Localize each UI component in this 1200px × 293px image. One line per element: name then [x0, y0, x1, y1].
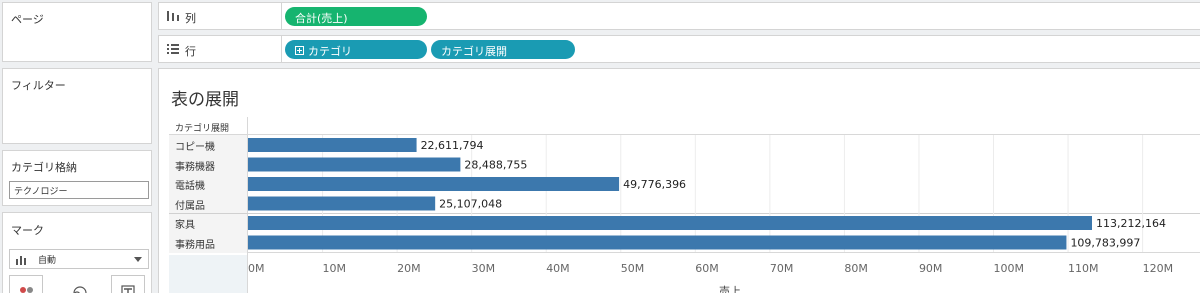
x-tick-label: 50M: [621, 262, 645, 275]
expand-plus-icon[interactable]: [295, 46, 304, 55]
columns-label: 列: [185, 12, 196, 25]
label-button[interactable]: [111, 275, 145, 293]
x-tick-label: 60M: [695, 262, 719, 275]
x-tick-label: 30M: [472, 262, 496, 275]
mark-type-value: 自動: [38, 256, 57, 266]
columns-shelf[interactable]: 列 合計(売上): [158, 2, 1200, 30]
size-icon: [73, 286, 87, 293]
category-pill-label: カテゴリ: [308, 45, 352, 58]
category-store-card: カテゴリ格納 テクノロジー: [2, 150, 152, 206]
filters-title: フィルター: [11, 79, 66, 92]
bar-value-label: 113,212,164: [1096, 217, 1166, 230]
pages-title: ページ: [11, 13, 44, 26]
pages-card[interactable]: ページ: [2, 2, 152, 62]
bar-chart-icon: [16, 256, 26, 265]
rows-shelf[interactable]: 行 カテゴリ カテゴリ展開: [158, 35, 1200, 63]
marks-card: マーク 自動: [2, 212, 152, 293]
tableau-workspace: ページ フィルター カテゴリ格納 テクノロジー マーク 自動 列 合計(売上) …: [0, 0, 1200, 293]
bar[interactable]: [248, 157, 461, 172]
bar-value-label: 22,611,794: [421, 139, 484, 152]
category-store-input[interactable]: テクノロジー: [9, 181, 149, 199]
x-tick-label: 20M: [397, 262, 421, 275]
columns-icon: [167, 11, 179, 21]
sum-sales-pill[interactable]: 合計(売上): [285, 7, 427, 26]
view-canvas: 表の展開 カテゴリ展開 コピー機 事務機器 電話機 付属品 家具 事務用品 0M 10M 20…: [158, 68, 1200, 293]
text-label-icon: [121, 285, 135, 293]
chevron-down-icon: [134, 257, 142, 262]
x-tick-label: 80M: [844, 262, 868, 275]
marks-title: マーク: [11, 224, 44, 237]
shelf-divider: [281, 3, 282, 29]
shelf-divider: [281, 36, 282, 62]
rows-icon: [167, 44, 179, 54]
bar-value-label: 49,776,396: [623, 178, 686, 191]
bar[interactable]: [248, 235, 1067, 250]
size-button[interactable]: [63, 275, 97, 293]
bar-value-label: 28,488,755: [464, 159, 527, 172]
bar[interactable]: [248, 138, 417, 152]
rows-label: 行: [185, 45, 196, 58]
category-store-title: カテゴリ格納: [11, 161, 77, 174]
x-tick-label: 100M: [994, 262, 1025, 275]
filters-card[interactable]: フィルター: [2, 68, 152, 144]
x-tick-label: 120M: [1143, 262, 1174, 275]
bar[interactable]: [248, 196, 436, 211]
x-tick-label: 90M: [919, 262, 943, 275]
x-tick-label: 10M: [323, 262, 347, 275]
bar-value-label: 25,107,048: [439, 198, 502, 211]
mark-type-dropdown[interactable]: 自動: [9, 249, 149, 269]
x-tick-label: 40M: [546, 262, 570, 275]
bar-value-label: 109,783,997: [1070, 237, 1140, 250]
bar[interactable]: [248, 216, 1092, 230]
x-axis-label: 売上: [719, 285, 741, 293]
x-tick-label: 110M: [1068, 262, 1099, 275]
bar[interactable]: [248, 177, 620, 191]
category-expand-pill[interactable]: カテゴリ展開: [431, 40, 575, 59]
category-pill[interactable]: カテゴリ: [285, 40, 427, 59]
x-tick-label: 70M: [770, 262, 794, 275]
color-button[interactable]: [9, 275, 43, 293]
color-icon: [20, 287, 33, 293]
x-tick-label: 0M: [248, 262, 265, 275]
bar-chart: 0M 10M 20M 30M 40M 50M 60M 70M 80M 90M 100M 110M 120…: [248, 135, 1174, 275]
